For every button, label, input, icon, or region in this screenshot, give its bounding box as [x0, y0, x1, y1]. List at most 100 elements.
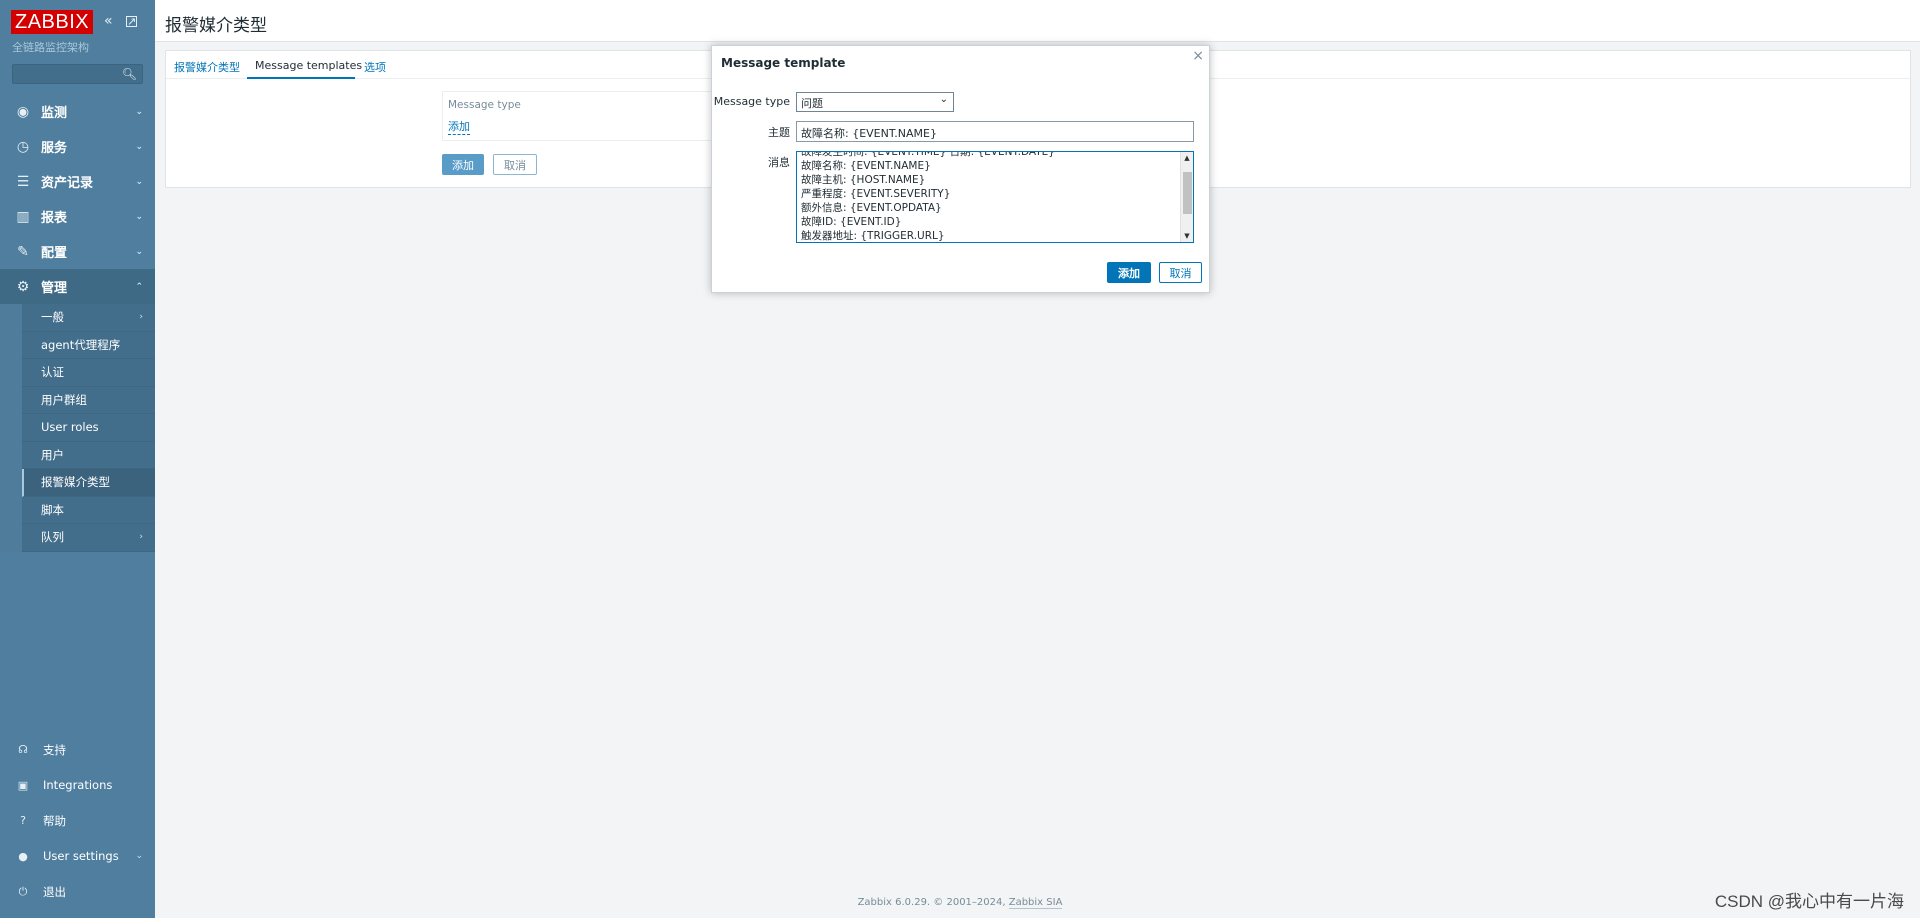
submenu-item-general[interactable]: 一般 › — [22, 304, 155, 332]
stopwatch-icon: ◷ — [16, 138, 30, 155]
message-line: 故障名称: {EVENT.NAME} — [801, 160, 931, 172]
submenu-item-label: 脚本 — [41, 502, 64, 517]
menu-item-label: 报表 — [41, 211, 68, 226]
menu-item-inventory[interactable]: ☰ 资产记录 ⌄ — [0, 164, 155, 199]
message-type-select[interactable]: 问题 ⌄ — [796, 92, 954, 112]
sidebar: ZABBIX « ↗ 全链路监控架构 🔍︎ ◉ 监测 ⌄ ◷ 服务 ⌄ ☰ 资产… — [0, 0, 155, 918]
message-templates-table: Message type 添加 — [442, 91, 732, 141]
menu-item-configuration[interactable]: ✎ 配置 ⌄ — [0, 234, 155, 269]
scrollbar-thumb[interactable] — [1183, 172, 1192, 214]
dialog-title: Message template — [721, 56, 846, 70]
submenu-item-scripts[interactable]: 脚本 — [22, 497, 155, 524]
menu-item-integrations[interactable]: ▣ Integrations — [0, 768, 155, 804]
message-line: 严重程度: {EVENT.SEVERITY} — [801, 188, 951, 200]
menu-item-label: 监测 — [41, 106, 68, 121]
menu-item-label: 退出 — [43, 884, 66, 899]
user-icon: ● — [18, 849, 28, 863]
column-header-message-type: Message type — [448, 99, 521, 111]
submenu-item-media-types[interactable]: 报警媒介类型 — [22, 469, 155, 497]
tab-options[interactable]: 选项 — [364, 59, 386, 75]
message-line: 触发器地址: {TRIGGER.URL} — [801, 230, 945, 242]
bottom-menu: ☊ 支持 ▣ Integrations ? 帮助 ● User settings… — [0, 732, 155, 910]
menu-item-label: Integrations — [43, 778, 113, 793]
tab-message-templates[interactable]: Message templates — [255, 59, 362, 72]
message-line: 额外信息: {EVENT.OPDATA} — [801, 202, 942, 214]
subject-input[interactable]: 故障名称: {EVENT.NAME} — [796, 121, 1194, 142]
submenu-item-label: 用户 — [41, 447, 64, 462]
menu-item-label: 支持 — [43, 742, 66, 757]
menu-item-user-settings[interactable]: ● User settings ⌄ — [0, 839, 155, 875]
page-title: 报警媒介类型 — [165, 16, 267, 36]
menu-item-help[interactable]: ? 帮助 — [0, 803, 155, 839]
scroll-up-arrow-icon[interactable]: ▲ — [1181, 152, 1193, 164]
message-line: 故障主机: {HOST.NAME} — [801, 174, 926, 186]
message-type-value: 问题 — [801, 97, 823, 110]
menu-item-administration[interactable]: ⚙ 管理 ⌃ — [0, 269, 155, 304]
submenu-item-user-groups[interactable]: 用户群组 — [22, 387, 155, 414]
message-textarea[interactable]: 故障发生时间: {EVENT.TIME} 日期: {EVENT.DATE} 故障… — [796, 151, 1194, 243]
submenu-item-label: 队列 — [41, 530, 64, 545]
integrations-icon: ▣ — [17, 778, 29, 792]
chevron-right-icon: › — [139, 532, 143, 543]
server-name: 全链路监控架构 — [12, 41, 89, 54]
scroll-down-arrow-icon[interactable]: ▼ — [1181, 230, 1193, 242]
submenu-item-label: agent代理程序 — [41, 337, 121, 352]
submenu-item-label: User roles — [41, 420, 99, 435]
list-icon: ☰ — [16, 173, 30, 190]
gear-icon: ⚙ — [16, 278, 30, 295]
watermark: CSDN @我心中有一片海 — [1714, 892, 1904, 911]
submenu-item-label: 用户群组 — [41, 392, 87, 407]
textarea-scrollbar[interactable]: ▲ ▼ — [1180, 152, 1193, 242]
message-label: 消息 — [768, 156, 790, 169]
chevron-down-icon: ⌄ — [135, 246, 143, 257]
message-type-label: Message type — [713, 95, 790, 108]
eye-icon: ◉ — [16, 103, 30, 120]
add-template-link[interactable]: 添加 — [448, 118, 470, 135]
menu-item-services[interactable]: ◷ 服务 ⌄ — [0, 129, 155, 164]
chevron-right-icon: › — [139, 312, 143, 323]
chevron-down-icon: ⌄ — [135, 176, 143, 187]
menu-item-support[interactable]: ☊ 支持 — [0, 732, 155, 768]
submenu-item-user-roles[interactable]: User roles — [22, 414, 155, 442]
active-tab-indicator — [247, 77, 355, 79]
headset-icon: ☊ — [18, 743, 28, 757]
menu-item-label: 配置 — [41, 246, 68, 261]
chevron-down-icon: ⌄ — [135, 106, 143, 117]
footer-link[interactable]: Zabbix SIA — [1008, 897, 1063, 909]
sidebar-search-input[interactable]: 🔍︎ — [12, 64, 143, 84]
menu-item-monitoring[interactable]: ◉ 监测 ⌄ — [0, 94, 155, 129]
bar-chart-icon: ▥ — [16, 208, 30, 225]
chevron-down-icon: ⌄ — [939, 94, 948, 105]
administration-submenu: 一般 › agent代理程序 认证 用户群组 User roles 用户 报警媒… — [0, 304, 155, 552]
menu-item-reports[interactable]: ▥ 报表 ⌄ — [0, 199, 155, 234]
double-chevron-left-icon[interactable]: « — [104, 12, 113, 30]
search-icon[interactable]: 🔍︎ — [122, 67, 137, 81]
subject-label: 主题 — [768, 126, 790, 139]
menu-item-sign-out[interactable]: ⏻ 退出 — [0, 874, 155, 910]
submenu-item-proxies[interactable]: agent代理程序 — [22, 332, 155, 359]
cancel-button[interactable]: 取消 — [493, 154, 537, 175]
add-button[interactable]: 添加 — [442, 154, 484, 175]
dialog-cancel-button[interactable]: 取消 — [1159, 262, 1202, 283]
message-line: 故障ID: {EVENT.ID} — [801, 216, 902, 228]
zabbix-logo[interactable]: ZABBIX — [11, 10, 94, 34]
chevron-down-icon: ⌄ — [135, 141, 143, 152]
menu-item-label: 资产记录 — [41, 176, 94, 191]
message-template-dialog: Message template × Message type 问题 ⌄ 主题 … — [711, 45, 1210, 293]
tab-media-type[interactable]: 报警媒介类型 — [174, 59, 240, 75]
dialog-add-button[interactable]: 添加 — [1107, 262, 1151, 283]
wrench-icon: ✎ — [17, 243, 29, 260]
close-icon[interactable]: × — [1192, 48, 1204, 64]
submenu-item-users[interactable]: 用户 — [22, 442, 155, 469]
submenu-item-label: 一般 — [41, 310, 64, 325]
logo-row: ZABBIX — [11, 10, 94, 35]
menu-item-label: User settings — [43, 849, 119, 864]
submenu-item-authentication[interactable]: 认证 — [22, 359, 155, 387]
page-footer: Zabbix 6.0.29. © 2001–2024, Zabbix SIA — [155, 897, 1765, 909]
submenu-item-label: 报警媒介类型 — [41, 475, 110, 490]
message-line: 故障发生时间: {EVENT.TIME} 日期: {EVENT.DATE} — [801, 151, 1055, 158]
page-header: 报警媒介类型 — [155, 0, 1920, 42]
submenu-item-queue[interactable]: 队列 › — [22, 524, 155, 552]
kiosk-mode-icon[interactable]: ↗ — [126, 16, 137, 27]
footer-text: Zabbix 6.0.29. © 2001–2024, — [857, 897, 1009, 908]
